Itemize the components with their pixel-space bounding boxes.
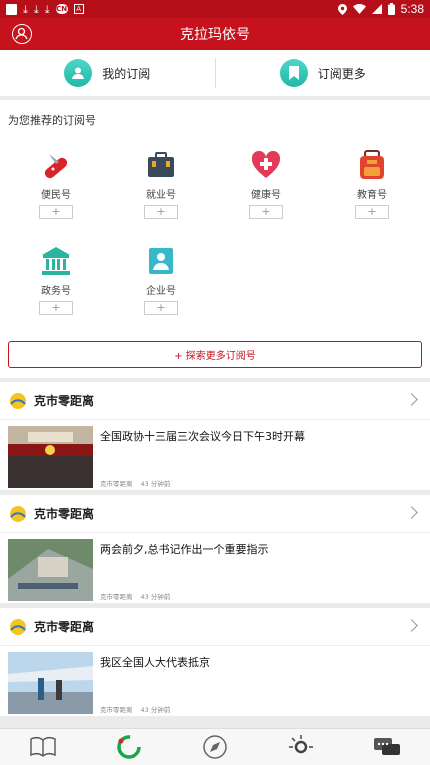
recommend-section: 为您推荐的订阅号 便民号 + 就业号 + 健康号 + 教育号 + 政务号 + 企… — [0, 100, 430, 378]
source-name: 克市零距离 — [34, 507, 95, 521]
signal-icon — [371, 4, 382, 14]
wifi-icon — [352, 4, 366, 14]
heart-plus-icon — [249, 148, 283, 182]
swiss-knife-icon — [39, 148, 73, 182]
government-building-icon — [39, 244, 73, 278]
book-icon — [30, 736, 56, 757]
source-logo-icon — [8, 504, 28, 524]
meta-source: 克市零距离 — [100, 480, 133, 488]
explore-more-button[interactable]: + 探索更多订阅号 — [8, 341, 422, 368]
tab-messages[interactable] — [365, 732, 409, 762]
category-label: 企业号 — [146, 286, 176, 297]
chat-bubbles-icon — [374, 738, 400, 755]
news-meta: 克市零距离 43 分钟前 — [100, 478, 170, 488]
feed-card[interactable]: 克市零距离 两会前夕,总书记作出一个重要指示 克市零距离 43 分钟前 — [0, 495, 430, 603]
sun-ring-icon — [289, 735, 313, 754]
page-title: 克拉玛依号 — [180, 27, 250, 43]
chevron-right-icon[interactable] — [405, 506, 418, 519]
a-badge-icon: A — [73, 4, 84, 14]
news-thumbnail[interactable] — [8, 426, 93, 488]
card-header[interactable]: 克市零距离 — [0, 608, 430, 646]
add-button[interactable]: + — [39, 205, 73, 219]
card-header[interactable]: 克市零距离 — [0, 495, 430, 533]
add-button[interactable]: + — [249, 205, 283, 219]
subscription-bar: 我的订阅 订阅更多 — [0, 50, 430, 96]
user-icon — [64, 59, 93, 87]
compass-icon — [203, 735, 227, 759]
user-circle-icon[interactable] — [12, 24, 32, 44]
news-thumbnail[interactable] — [8, 652, 93, 714]
tab-services[interactable] — [279, 732, 323, 762]
category-label: 便民号 — [41, 190, 71, 201]
source-name: 克市零距离 — [34, 620, 95, 634]
my-subscriptions-button[interactable]: 我的订阅 — [0, 50, 215, 96]
status-time: 5:38 — [400, 2, 424, 16]
category-label: 就业号 — [146, 190, 176, 201]
source-name: 克市零距离 — [34, 394, 95, 408]
meta-source: 克市零距离 — [100, 593, 133, 601]
meta-source: 克市零距离 — [100, 706, 133, 714]
bottom-tab-bar — [0, 728, 430, 765]
news-headline[interactable]: 我区全国人大代表抵京 — [100, 654, 420, 670]
source-logo-icon — [8, 391, 28, 411]
tab-reading[interactable] — [21, 732, 65, 762]
chevron-right-icon[interactable] — [405, 393, 418, 406]
location-icon — [337, 3, 347, 15]
category-label: 教育号 — [357, 190, 387, 201]
source-logo-icon — [8, 617, 28, 637]
download-icon: ⤓ — [33, 2, 39, 16]
news-meta: 克市零距离 43 分钟前 — [100, 591, 170, 601]
chevron-right-icon[interactable] — [405, 619, 418, 632]
backpack-icon — [355, 148, 389, 182]
bookmark-icon — [279, 59, 308, 87]
category-jiuye[interactable]: 就业号 + — [121, 148, 201, 219]
briefcase-icon — [144, 148, 178, 182]
cn-badge-icon: CN — [55, 4, 68, 14]
news-headline[interactable]: 全国政协十三届三次会议今日下午3时开幕 — [100, 428, 420, 444]
feed-card[interactable]: 克市零距离 我区全国人大代表抵京 克市零距离 43 分钟前 — [0, 608, 430, 716]
ring-loader-icon — [117, 735, 141, 759]
tab-home[interactable] — [107, 732, 151, 762]
category-label: 健康号 — [251, 190, 281, 201]
add-button[interactable]: + — [355, 205, 389, 219]
category-zhengwu[interactable]: 政务号 + — [16, 244, 96, 315]
feed-card[interactable]: 克市零距离 全国政协十三届三次会议今日下午3时开幕 克市零距离 43 分钟前 — [0, 382, 430, 490]
category-label: 政务号 — [41, 286, 71, 297]
battery-icon — [387, 3, 395, 15]
subscribe-more-label: 订阅更多 — [317, 66, 366, 81]
app-bar: 克拉玛依号 — [0, 18, 430, 50]
id-card-icon — [144, 244, 178, 278]
section-heading: 为您推荐的订阅号 — [8, 114, 96, 127]
square-icon — [6, 3, 17, 15]
add-button[interactable]: + — [39, 301, 73, 315]
news-thumbnail[interactable] — [8, 539, 93, 601]
meta-time: 43 分钟前 — [140, 706, 171, 714]
category-qiye[interactable]: 企业号 + — [121, 244, 201, 315]
category-jiaoyu[interactable]: 教育号 + — [332, 148, 412, 219]
subscribe-more-button[interactable]: 订阅更多 — [216, 50, 430, 96]
news-headline[interactable]: 两会前夕,总书记作出一个重要指示 — [100, 541, 420, 557]
meta-time: 43 分钟前 — [140, 480, 171, 488]
my-subscriptions-label: 我的订阅 — [102, 66, 151, 81]
download-icon: ⤓ — [44, 2, 50, 16]
add-button[interactable]: + — [144, 301, 178, 315]
category-jiankang[interactable]: 健康号 + — [226, 148, 306, 219]
category-bianmin[interactable]: 便民号 + — [16, 148, 96, 219]
download-icon: ⤓ — [23, 2, 28, 16]
meta-time: 43 分钟前 — [140, 593, 171, 601]
add-button[interactable]: + — [144, 205, 178, 219]
status-bar: ⤓ ⤓ ⤓ CN A 5:38 — [0, 0, 430, 18]
tab-discover[interactable] — [193, 732, 237, 762]
news-meta: 克市零距离 43 分钟前 — [100, 704, 170, 714]
card-header[interactable]: 克市零距离 — [0, 382, 430, 420]
